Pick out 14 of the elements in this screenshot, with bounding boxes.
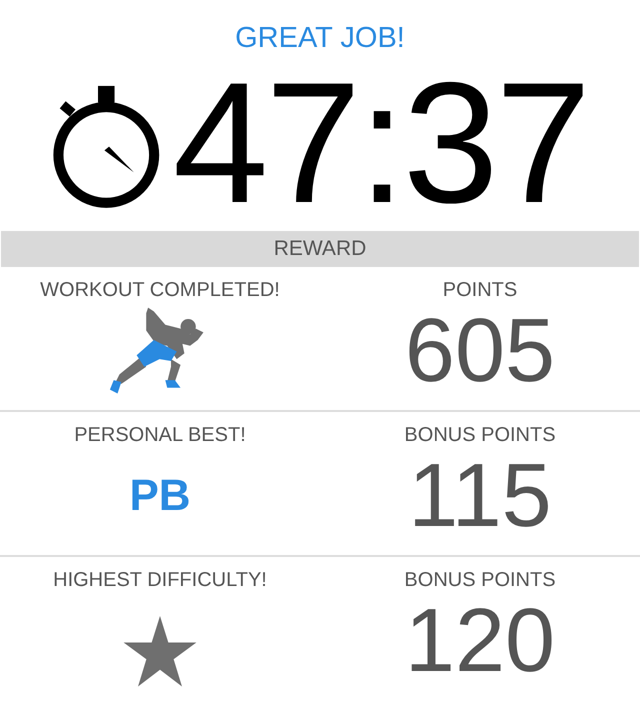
points-value: 120 [404,596,556,686]
achievement-label: PERSONAL BEST! [74,424,246,447]
achievement-label: HIGHEST DIFFICULTY! [53,569,267,592]
points-label: BONUS POINTS [404,424,556,447]
points-value: 605 [404,306,556,396]
pb-label: PB [129,471,191,521]
points-label: BONUS POINTS [404,569,556,592]
title: GREAT JOB! [235,22,405,55]
reward-bar: REWARD [1,231,639,267]
elapsed-time: 47:37 [172,57,588,229]
achievement-label: WORKOUT COMPLETED! [40,279,280,302]
points-value: 115 [408,451,552,541]
star-icon [122,616,198,688]
points-label: POINTS [442,279,518,302]
